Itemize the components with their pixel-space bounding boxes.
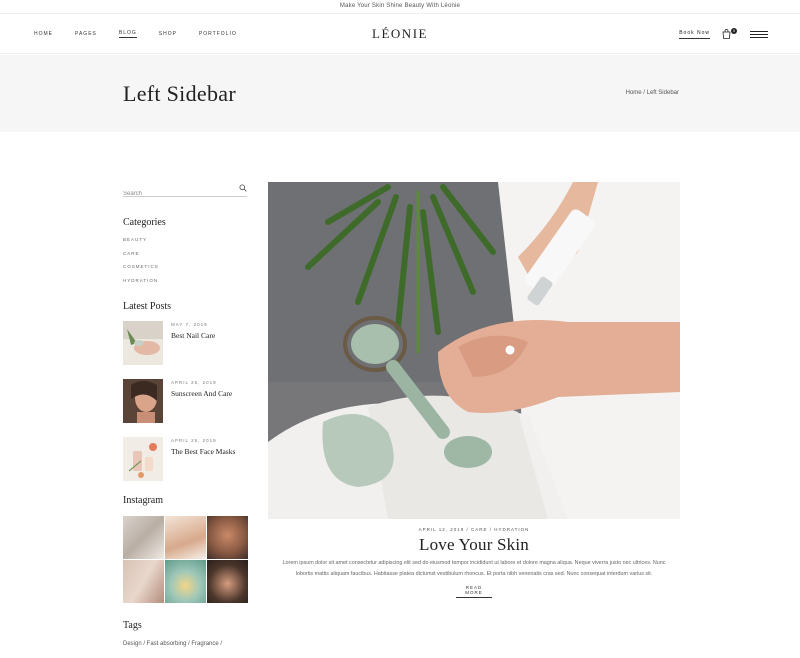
- latest-posts-title: Latest Posts: [123, 301, 172, 312]
- category-item[interactable]: Care: [123, 250, 247, 264]
- breadcrumb[interactable]: Home / Left Sidebar: [626, 90, 679, 96]
- post-meta: April 12, 2019 / Care / Hydration: [418, 527, 530, 532]
- latest-post-item[interactable]: May 7, 2019 Best Nail Care: [123, 321, 247, 365]
- category-item[interactable]: Cosmetics: [123, 263, 247, 277]
- search-widget: [123, 182, 247, 200]
- cart-button[interactable]: 0: [722, 28, 737, 39]
- category-item[interactable]: Hydration: [123, 277, 247, 291]
- instagram-photo[interactable]: [123, 560, 164, 603]
- post-title[interactable]: The Best Face Masks: [171, 447, 235, 456]
- categories-title: Categories: [123, 217, 166, 228]
- tags-title: Tags: [123, 620, 142, 631]
- blog-post: April 12, 2019 / Care / Hydration Love Y…: [268, 182, 680, 598]
- post-thumbnail[interactable]: [123, 379, 163, 423]
- post-title[interactable]: Sunscreen And Care: [171, 389, 232, 398]
- header-actions: Book Now 0: [679, 14, 768, 54]
- post-heading[interactable]: Love Your Skin: [268, 535, 680, 555]
- latest-post-item[interactable]: April 25, 2019 Sunscreen And Care: [123, 379, 247, 423]
- cart-count-badge: 0: [731, 28, 737, 34]
- latest-post-item[interactable]: April 25, 2019 The Best Face Masks: [123, 437, 247, 481]
- page-title-area: Left Sidebar Home / Left Sidebar: [0, 55, 800, 132]
- instagram-photo[interactable]: [165, 560, 206, 603]
- category-list: Beauty Care Cosmetics Hydration: [123, 236, 247, 290]
- book-now-link[interactable]: Book Now: [679, 30, 710, 39]
- instagram-photo[interactable]: [207, 516, 248, 559]
- post-title[interactable]: Best Nail Care: [171, 331, 215, 340]
- post-date: April 25, 2019: [171, 380, 217, 385]
- instagram-title: Instagram: [123, 495, 163, 506]
- post-thumbnail[interactable]: [123, 437, 163, 481]
- page-title: Left Sidebar: [123, 81, 236, 106]
- sidebar: Categories Beauty Care Cosmetics Hydrati…: [123, 182, 248, 647]
- instagram-photo[interactable]: [207, 560, 248, 603]
- tag-list[interactable]: Design / Fast absorbing / Fragrance /: [123, 641, 247, 647]
- hamburger-menu-icon[interactable]: [750, 30, 768, 38]
- announcement-text: Make Your Skin Shine Beauty With Léonie: [339, 3, 461, 9]
- category-item[interactable]: Beauty: [123, 236, 247, 250]
- instagram-grid: [123, 516, 248, 603]
- post-date: May 7, 2019: [171, 322, 208, 327]
- post-featured-image[interactable]: [268, 182, 680, 519]
- post-date: April 25, 2019: [171, 438, 217, 443]
- latest-posts-list: May 7, 2019 Best Nail Care April 25, 201…: [123, 321, 247, 481]
- post-excerpt: Lorem ipsum dolor sit amet consectetur a…: [282, 560, 666, 577]
- search-input[interactable]: [123, 188, 223, 200]
- shopping-bag-icon: [722, 29, 731, 39]
- instagram-photo[interactable]: [123, 516, 164, 559]
- post-thumbnail[interactable]: [123, 321, 163, 365]
- instagram-photo[interactable]: [165, 516, 206, 559]
- read-more-link[interactable]: Read More: [456, 585, 492, 598]
- search-icon[interactable]: [239, 184, 247, 192]
- announcement-bar: Make Your Skin Shine Beauty With Léonie: [0, 0, 800, 14]
- site-header: Home Pages Blog Shop Portfolio LÉONIE Bo…: [0, 14, 800, 54]
